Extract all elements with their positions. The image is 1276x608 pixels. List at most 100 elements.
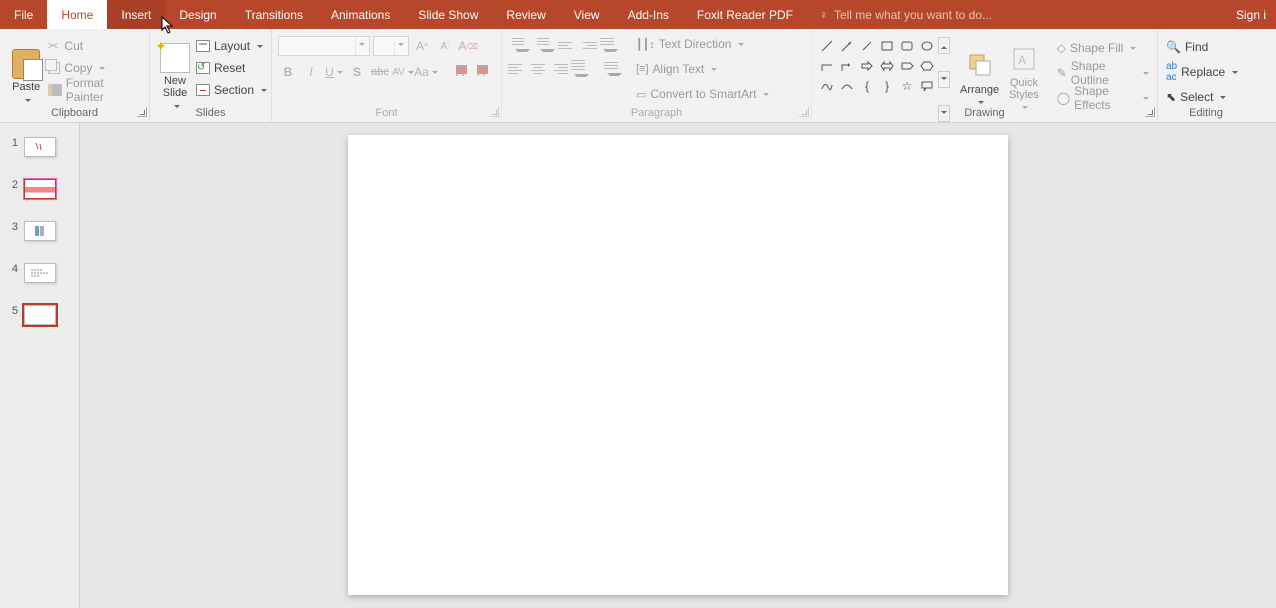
replace-button[interactable]: abacReplace: [1164, 61, 1248, 83]
shape-elbow-arrow-icon[interactable]: [838, 57, 856, 75]
text-direction-label: Text Direction: [659, 37, 732, 51]
effects-icon: ◯: [1057, 91, 1070, 105]
layout-button[interactable]: Layout: [194, 35, 269, 57]
cursor-icon: ⬉: [1166, 90, 1176, 104]
shape-hexagon-icon[interactable]: [918, 57, 936, 75]
copy-icon: [48, 62, 60, 74]
slide-canvas-area[interactable]: [80, 123, 1276, 608]
increase-indent-button[interactable]: [579, 36, 597, 54]
tab-insert[interactable]: Insert: [107, 0, 165, 29]
paragraph-dialog-launcher[interactable]: [799, 107, 809, 117]
character-spacing-button[interactable]: AV: [393, 62, 413, 82]
drawing-dialog-launcher[interactable]: [1145, 107, 1155, 117]
shape-roundrect-icon[interactable]: [898, 37, 916, 55]
tab-slideshow[interactable]: Slide Show: [404, 0, 492, 29]
shape-fill-button[interactable]: ◇Shape Fill: [1055, 37, 1151, 59]
font-name-combo[interactable]: [278, 36, 370, 56]
text-direction-button[interactable]: ┃┃↕ Text Direction: [634, 33, 771, 55]
thumbnail-3[interactable]: 3: [0, 217, 79, 259]
cut-button[interactable]: Cut: [46, 35, 143, 57]
align-center-button[interactable]: [529, 60, 547, 78]
thumbnail-4-number: 4: [8, 263, 18, 275]
shape-freeform-icon[interactable]: [818, 77, 836, 95]
tab-addins[interactable]: Add-Ins: [614, 0, 683, 29]
thumbnail-1-number: 1: [8, 137, 18, 149]
tell-me-search[interactable]: ♀ Tell me what you want to do...: [807, 0, 1226, 29]
tab-transitions[interactable]: Transitions: [231, 0, 317, 29]
thumbnail-3-number: 3: [8, 221, 18, 233]
text-direction-icon: ┃┃↕: [636, 38, 655, 51]
shape-rbrace-icon[interactable]: }: [878, 77, 896, 95]
font-highlight-button[interactable]: A: [451, 63, 469, 81]
align-left-button[interactable]: [508, 60, 526, 78]
grow-font-button[interactable]: A^: [412, 36, 432, 56]
group-slides: New Slide Layout Reset Section Slides: [150, 29, 272, 122]
layout-label: Layout: [214, 39, 250, 53]
shadow-button[interactable]: S: [347, 62, 367, 82]
columns-button[interactable]: [604, 60, 622, 78]
tab-view[interactable]: View: [560, 0, 614, 29]
clear-formatting-button[interactable]: A⌫: [458, 36, 478, 56]
gallery-down-button[interactable]: [938, 71, 950, 88]
tab-animations[interactable]: Animations: [317, 0, 404, 29]
shape-star-icon[interactable]: ☆: [898, 77, 916, 95]
shape-callout-icon[interactable]: [918, 77, 936, 95]
shape-pentagon-icon[interactable]: [898, 57, 916, 75]
shape-oval-icon[interactable]: [918, 37, 936, 55]
align-text-label: Align Text: [653, 62, 705, 76]
change-case-button[interactable]: Aa: [416, 62, 436, 82]
bullets-button[interactable]: [508, 36, 530, 54]
find-button[interactable]: 🔍Find: [1164, 36, 1248, 58]
italic-button[interactable]: I: [301, 62, 321, 82]
shape-double-arrow-icon[interactable]: [858, 37, 876, 55]
line-spacing-button[interactable]: [600, 36, 618, 54]
select-label: Select: [1180, 90, 1213, 104]
convert-smartart-button[interactable]: ▭Convert to SmartArt: [634, 83, 771, 105]
align-right-button[interactable]: [550, 60, 568, 78]
font-size-combo[interactable]: [373, 36, 409, 56]
gallery-up-button[interactable]: [938, 37, 950, 54]
shape-line-icon[interactable]: [818, 37, 836, 55]
underline-button[interactable]: U: [324, 62, 344, 82]
group-clipboard: Paste Cut Copy Format Painter Clipboard: [0, 29, 150, 122]
section-button[interactable]: Section: [194, 79, 269, 101]
shape-block-arrows-icon[interactable]: [878, 57, 896, 75]
numbering-button[interactable]: [533, 36, 555, 54]
shape-arc-icon[interactable]: [838, 77, 856, 95]
thumbnail-5[interactable]: 5: [0, 301, 79, 343]
tab-design[interactable]: Design: [165, 0, 230, 29]
thumbnail-2[interactable]: 2: [0, 175, 79, 217]
group-paragraph-title: Paragraph: [502, 105, 811, 122]
shape-block-arrow-icon[interactable]: [858, 57, 876, 75]
reset-label: Reset: [214, 61, 245, 75]
shape-elbow-icon[interactable]: [818, 57, 836, 75]
cut-label: Cut: [64, 39, 83, 53]
shrink-font-button[interactable]: Aˇ: [435, 36, 455, 56]
strikethrough-button[interactable]: abc: [370, 62, 390, 82]
thumbnail-4-preview: [24, 263, 56, 283]
tab-home[interactable]: Home: [47, 0, 107, 29]
thumbnail-1[interactable]: 1: [0, 133, 79, 175]
shape-lbrace-icon[interactable]: {: [858, 77, 876, 95]
chevron-down-icon: [355, 37, 367, 55]
thumbnail-4[interactable]: 4: [0, 259, 79, 301]
font-dialog-launcher[interactable]: [489, 107, 499, 117]
sign-in-link[interactable]: Sign i: [1226, 0, 1276, 29]
tab-review[interactable]: Review: [492, 0, 559, 29]
clipboard-dialog-launcher[interactable]: [137, 107, 147, 117]
tab-file[interactable]: File: [0, 0, 47, 29]
tab-foxit[interactable]: Foxit Reader PDF: [683, 0, 807, 29]
thumbnail-5-number: 5: [8, 305, 18, 317]
decrease-indent-button[interactable]: [558, 36, 576, 54]
bold-button[interactable]: B: [278, 62, 298, 82]
format-painter-button[interactable]: Format Painter: [46, 79, 143, 101]
reset-button[interactable]: Reset: [194, 57, 269, 79]
shape-rect-icon[interactable]: [878, 37, 896, 55]
align-justify-button[interactable]: [571, 60, 589, 78]
align-text-button[interactable]: [≡]Align Text: [634, 58, 771, 80]
slide-canvas[interactable]: [348, 135, 1008, 595]
shape-arrow-icon[interactable]: [838, 37, 856, 55]
font-color-button[interactable]: A: [472, 63, 490, 81]
shape-outline-button[interactable]: ✎Shape Outline: [1055, 62, 1151, 84]
group-font-title: Font: [272, 105, 501, 122]
